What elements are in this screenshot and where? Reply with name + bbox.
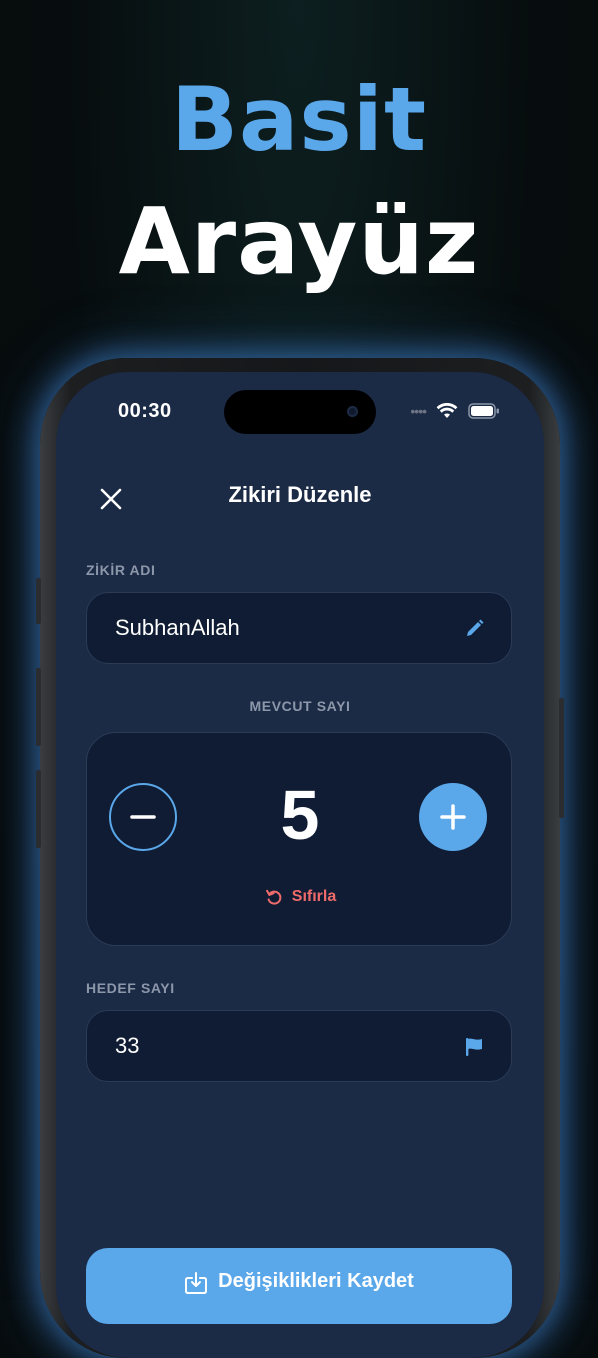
dynamic-island	[224, 390, 376, 434]
battery-icon	[468, 403, 499, 419]
reset-label: Sıfırla	[291, 888, 337, 905]
status-indicators: ••••	[410, 403, 500, 419]
wifi-icon	[436, 403, 458, 418]
save-button[interactable]: Değişiklikleri Kaydet	[86, 1248, 512, 1324]
phone-volume-up-button	[36, 668, 41, 746]
headline-basit: Basit	[170, 68, 428, 171]
target-field-label: HEDEF SAYI	[86, 980, 175, 996]
target-field[interactable]: 33	[86, 1010, 512, 1082]
name-field-value: SubhanAllah	[115, 615, 240, 640]
status-time: 00:30	[118, 400, 172, 422]
plus-icon	[440, 804, 466, 830]
camera-icon	[347, 406, 358, 417]
phone-power-button	[559, 698, 564, 818]
phone-action-button	[36, 578, 41, 624]
phone-volume-down-button	[36, 770, 41, 848]
flag-icon	[466, 1038, 482, 1056]
phone-frame: 00:30 •••• Zikiri Düzenle ZİKİR ADI Subh…	[36, 358, 564, 1358]
reset-button[interactable]: Sıfırla	[87, 887, 513, 907]
name-field-label: ZİKİR ADI	[86, 562, 156, 578]
current-count-label: MEVCUT SAYI	[249, 698, 351, 714]
name-field[interactable]: SubhanAllah	[86, 592, 512, 664]
reset-icon	[265, 889, 282, 905]
phone-screen: 00:30 •••• Zikiri Düzenle ZİKİR ADI Subh…	[56, 372, 544, 1358]
target-field-value: 33	[115, 1033, 140, 1058]
counter-card: 5 Sıfırla	[86, 732, 512, 946]
save-button-label: Değişiklikleri Kaydet	[218, 1270, 414, 1292]
increment-button[interactable]	[419, 783, 487, 851]
pencil-icon[interactable]	[463, 618, 485, 640]
headline-arayuz: Arayüz	[118, 188, 480, 295]
cellular-signal-icon: ••••	[410, 403, 427, 419]
screen-title: Zikiri Düzenle	[228, 482, 372, 507]
save-icon	[185, 1272, 208, 1294]
